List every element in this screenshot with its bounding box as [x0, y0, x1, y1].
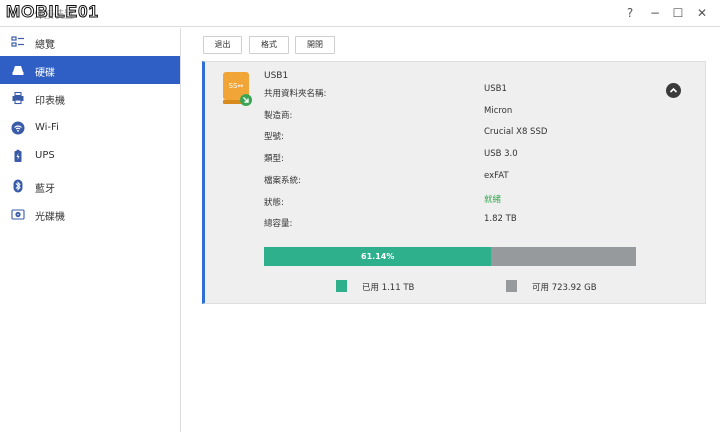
sidebar-item-overview[interactable]: 總覽: [0, 28, 180, 56]
sidebar-item-label: 硬碟: [35, 68, 55, 79]
device-card: SS↔ USB1 共用資料夾名稱: USB1 製造商: Micron 型號: C…: [202, 61, 706, 304]
usage-bar: 61.14%: [264, 247, 636, 266]
prop-label-type: 類型:: [264, 154, 284, 164]
sidebar-item-label: 印表機: [35, 96, 65, 107]
sidebar-item-label: UPS: [35, 150, 55, 161]
device-name: USB1: [264, 71, 289, 81]
wifi-icon: [11, 121, 25, 135]
sidebar: 總覽 硬碟 印表機 Wi-Fi UPS 藍牙 光碟機: [0, 28, 181, 432]
bluetooth-icon: [13, 179, 23, 193]
ups-battery-icon: [14, 149, 22, 162]
printer-icon: [12, 91, 24, 105]
open-close-button[interactable]: 開閉: [295, 36, 335, 54]
sidebar-item-label: 總覽: [35, 40, 55, 51]
prop-label-capacity: 總容量:: [264, 219, 293, 229]
sidebar-item-label: Wi-Fi: [35, 122, 59, 133]
prop-value-model: Crucial X8 SSD: [484, 127, 548, 137]
minimize-icon[interactable]: −: [647, 5, 663, 21]
prop-value-manufacturer: Micron: [484, 106, 513, 116]
format-button[interactable]: 格式: [249, 36, 289, 54]
svg-text:SS↔: SS↔: [229, 82, 244, 90]
prop-value-capacity: 1.82 TB: [484, 214, 517, 224]
watermark-logo: MOBILE01: [5, 2, 100, 22]
prop-value-share-name: USB1: [484, 84, 507, 94]
help-icon[interactable]: ?: [622, 5, 638, 21]
overview-icon: [11, 36, 24, 47]
usb-drive-icon: SS↔: [223, 72, 252, 106]
eject-button[interactable]: 退出: [203, 36, 242, 54]
sidebar-item-ups[interactable]: UPS: [0, 142, 180, 170]
maximize-icon[interactable]: ☐: [670, 5, 686, 21]
sidebar-item-optical-drive[interactable]: 光碟機: [0, 200, 180, 228]
used-legend-swatch: [336, 280, 347, 292]
hard-drive-icon: [12, 66, 24, 75]
prop-label-status: 狀態:: [264, 198, 284, 208]
close-icon[interactable]: ✕: [694, 5, 710, 21]
prop-label-model: 型號:: [264, 132, 284, 142]
collapse-button[interactable]: [666, 83, 681, 98]
prop-value-file-system: exFAT: [484, 171, 509, 181]
sidebar-item-wifi[interactable]: Wi-Fi: [0, 114, 180, 142]
used-legend-label: 已用 1.11 TB: [362, 283, 415, 293]
sidebar-item-label: 藍牙: [35, 184, 55, 195]
usage-bar-used: 61.14%: [264, 247, 492, 266]
prop-label-file-system: 檔案系統:: [264, 176, 301, 186]
prop-label-manufacturer: 製造商:: [264, 111, 293, 121]
prop-value-type: USB 3.0: [484, 149, 518, 159]
sidebar-item-bluetooth[interactable]: 藍牙: [0, 172, 180, 200]
free-legend-swatch: [506, 280, 517, 292]
sidebar-item-label: 光碟機: [35, 212, 65, 223]
sidebar-item-hard-drive[interactable]: 硬碟: [0, 56, 180, 84]
chevron-up-icon: [669, 87, 678, 93]
status-badge: 就緒: [484, 195, 502, 205]
prop-label-share-name: 共用資料夾名稱:: [264, 89, 327, 99]
free-legend-label: 可用 723.92 GB: [532, 283, 597, 293]
title-bar: 外接裝置 MOBILE01 ? − ☐ ✕: [0, 0, 720, 27]
sidebar-item-printer[interactable]: 印表機: [0, 84, 180, 112]
optical-drive-icon: [11, 209, 25, 220]
